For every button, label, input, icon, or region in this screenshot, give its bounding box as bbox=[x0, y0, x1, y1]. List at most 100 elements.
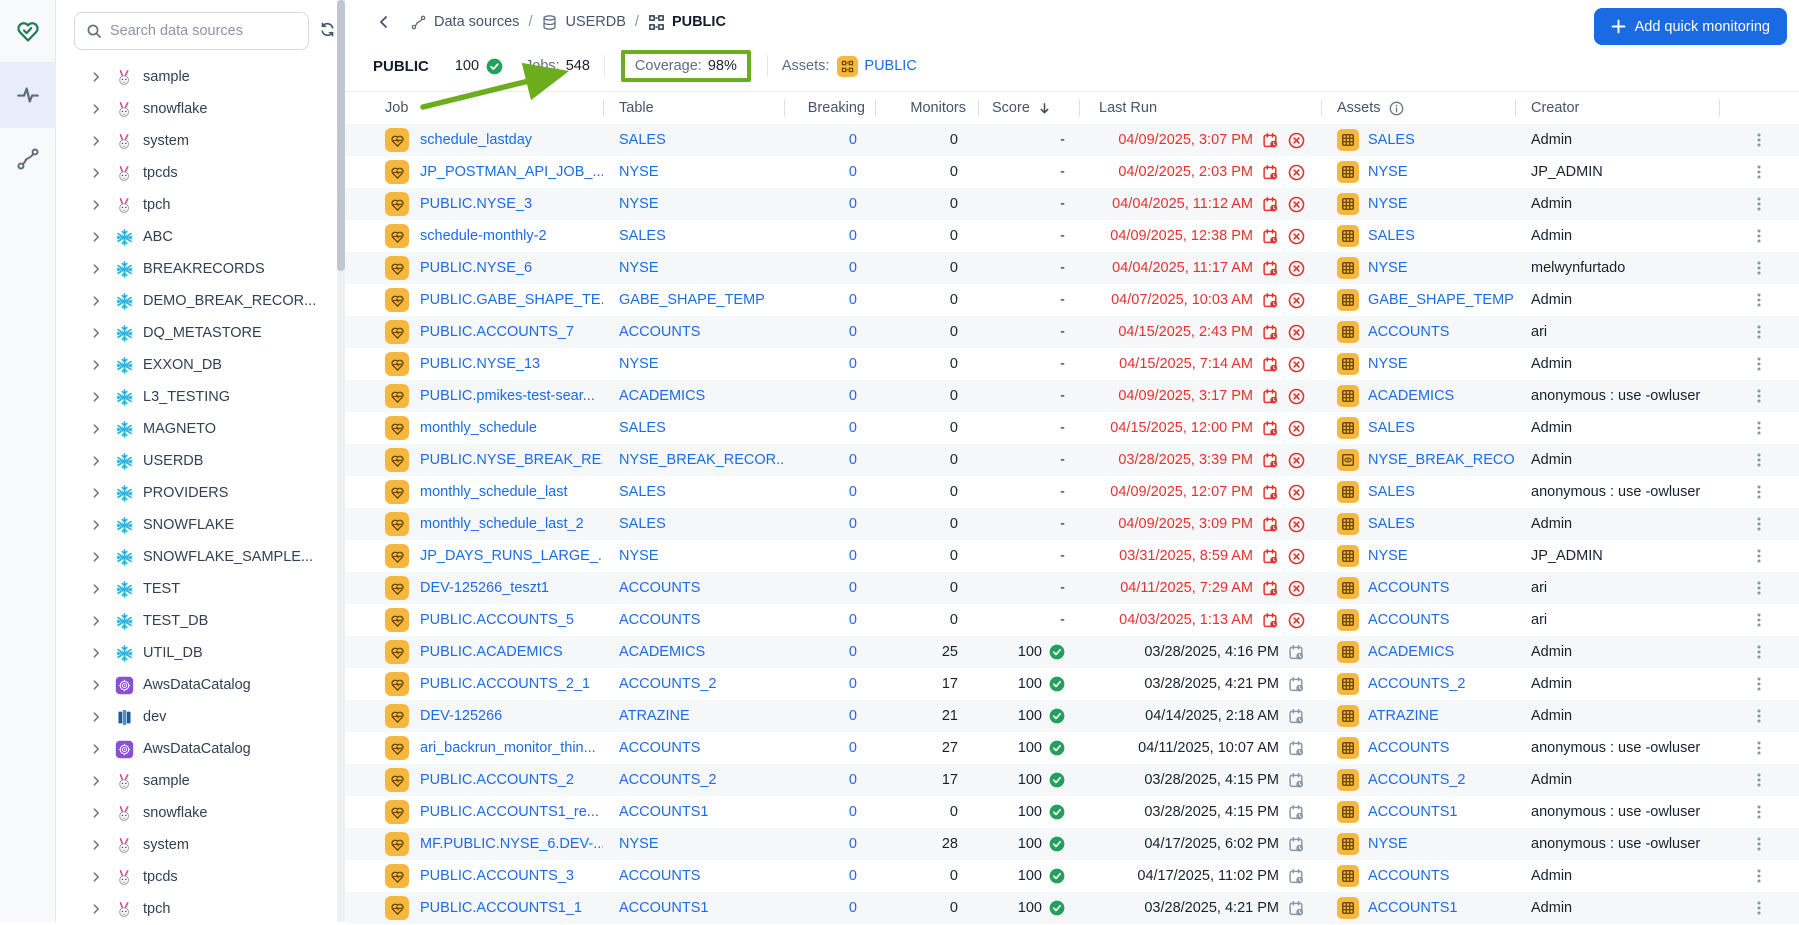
asset-link[interactable]: NYSE bbox=[1368, 836, 1408, 852]
asset-link[interactable]: SALES bbox=[1368, 228, 1415, 244]
table-link[interactable]: ACCOUNTS_2 bbox=[619, 772, 717, 788]
asset-link[interactable]: ACCOUNTS bbox=[1368, 868, 1449, 884]
sidebar-datasource-item[interactable]: snowflake bbox=[56, 93, 337, 125]
table-link[interactable]: ACCOUNTS bbox=[619, 740, 700, 756]
asset-link[interactable]: NYSE bbox=[1368, 356, 1408, 372]
asset-link[interactable]: SALES bbox=[1368, 132, 1415, 148]
breaking-count-link[interactable]: 0 bbox=[849, 612, 857, 628]
table-row[interactable]: MF.PUBLIC.NYSE_6.DEV-... NYSE 0 28 100 0… bbox=[345, 828, 1799, 860]
breaking-count-link[interactable]: 0 bbox=[849, 772, 857, 788]
job-link[interactable]: PUBLIC.ACCOUNTS_2_1 bbox=[420, 676, 590, 692]
table-row[interactable]: PUBLIC.ACCOUNTS1_1 ACCOUNTS1 0 0 100 03/… bbox=[345, 892, 1799, 924]
breaking-count-link[interactable]: 0 bbox=[849, 708, 857, 724]
asset-link[interactable]: ACCOUNTS bbox=[1368, 580, 1449, 596]
sidebar-datasource-item[interactable]: SNOWFLAKE bbox=[56, 509, 337, 541]
asset-link[interactable]: ACADEMICS bbox=[1368, 388, 1454, 404]
breaking-count-link[interactable]: 0 bbox=[849, 388, 857, 404]
job-link[interactable]: PUBLIC.NYSE_6 bbox=[420, 260, 532, 276]
job-link[interactable]: DEV-125266 bbox=[420, 708, 502, 724]
breaking-count-link[interactable]: 0 bbox=[849, 548, 857, 564]
breaking-count-link[interactable]: 0 bbox=[849, 804, 857, 820]
assets-schema-link[interactable]: PUBLIC bbox=[864, 58, 916, 74]
job-link[interactable]: PUBLIC.NYSE_BREAK_RE... bbox=[420, 452, 603, 468]
sidebar-datasource-item[interactable]: system bbox=[56, 125, 337, 157]
table-link[interactable]: SALES bbox=[619, 132, 666, 148]
col-header-score[interactable]: Score bbox=[978, 92, 1079, 124]
asset-link[interactable]: SALES bbox=[1368, 420, 1415, 436]
kebab-menu-icon[interactable] bbox=[1751, 547, 1767, 565]
job-link[interactable]: schedule_lastday bbox=[420, 132, 532, 148]
table-link[interactable]: ACCOUNTS bbox=[619, 612, 700, 628]
table-link[interactable]: GABE_SHAPE_TEMP bbox=[619, 292, 765, 308]
breaking-count-link[interactable]: 0 bbox=[849, 196, 857, 212]
kebab-menu-icon[interactable] bbox=[1751, 259, 1767, 277]
breaking-count-link[interactable]: 0 bbox=[849, 580, 857, 596]
job-link[interactable]: PUBLIC.ACCOUNTS_3 bbox=[420, 868, 574, 884]
kebab-menu-icon[interactable] bbox=[1751, 707, 1767, 725]
breaking-count-link[interactable]: 0 bbox=[849, 740, 857, 756]
table-link[interactable]: SALES bbox=[619, 228, 666, 244]
table-row[interactable]: DEV-125266 ATRAZINE 0 21 100 04/14/2025,… bbox=[345, 700, 1799, 732]
asset-link[interactable]: ACCOUNTS1 bbox=[1368, 900, 1457, 916]
col-header-job[interactable]: Job bbox=[345, 92, 603, 124]
table-row[interactable]: schedule-monthly-2 SALES 0 0 - 04/09/202… bbox=[345, 220, 1799, 252]
job-link[interactable]: PUBLIC.ACCOUNTS_7 bbox=[420, 324, 574, 340]
table-row[interactable]: PUBLIC.ACCOUNTS_7 ACCOUNTS 0 0 - 04/15/2… bbox=[345, 316, 1799, 348]
breadcrumb-userdb[interactable]: USERDB bbox=[541, 14, 625, 31]
table-row[interactable]: PUBLIC.ACCOUNTS_5 ACCOUNTS 0 0 - 04/03/2… bbox=[345, 604, 1799, 636]
sidebar-datasource-item[interactable]: tpch bbox=[56, 189, 337, 221]
asset-link[interactable]: ACCOUNTS bbox=[1368, 612, 1449, 628]
breaking-count-link[interactable]: 0 bbox=[849, 644, 857, 660]
sidebar-datasource-item[interactable]: AwsDataCatalog bbox=[56, 669, 337, 701]
table-link[interactable]: SALES bbox=[619, 484, 666, 500]
job-link[interactable]: PUBLIC.NYSE_13 bbox=[420, 356, 540, 372]
table-link[interactable]: ACCOUNTS bbox=[619, 868, 700, 884]
sort-descending-icon[interactable] bbox=[1038, 102, 1051, 115]
breaking-count-link[interactable]: 0 bbox=[849, 452, 857, 468]
table-row[interactable]: PUBLIC.pmikes-test-sear... ACADEMICS 0 0… bbox=[345, 380, 1799, 412]
table-row[interactable]: PUBLIC.ACADEMICS ACADEMICS 0 25 100 03/2… bbox=[345, 636, 1799, 668]
table-row[interactable]: DEV-125266_teszt1 ACCOUNTS 0 0 - 04/11/2… bbox=[345, 572, 1799, 604]
breaking-count-link[interactable]: 0 bbox=[849, 516, 857, 532]
job-link[interactable]: PUBLIC.ACCOUNTS_5 bbox=[420, 612, 574, 628]
sidebar-datasource-item[interactable]: L3_TESTING bbox=[56, 381, 337, 413]
sidebar-datasource-item[interactable]: TEST_DB bbox=[56, 605, 337, 637]
kebab-menu-icon[interactable] bbox=[1751, 227, 1767, 245]
table-link[interactable]: ACCOUNTS1 bbox=[619, 900, 708, 916]
sidebar-scrollbar[interactable] bbox=[337, 0, 345, 922]
kebab-menu-icon[interactable] bbox=[1751, 515, 1767, 533]
breaking-count-link[interactable]: 0 bbox=[849, 900, 857, 916]
kebab-menu-icon[interactable] bbox=[1751, 739, 1767, 757]
sidebar-datasource-item[interactable]: sample bbox=[56, 61, 337, 93]
breaking-count-link[interactable]: 0 bbox=[849, 228, 857, 244]
table-row[interactable]: monthly_schedule_last_2 SALES 0 0 - 04/0… bbox=[345, 508, 1799, 540]
table-link[interactable]: ATRAZINE bbox=[619, 708, 690, 724]
table-link[interactable]: NYSE bbox=[619, 196, 659, 212]
sidebar-datasource-item[interactable]: tpcds bbox=[56, 157, 337, 189]
kebab-menu-icon[interactable] bbox=[1751, 195, 1767, 213]
add-quick-monitoring-button[interactable]: Add quick monitoring bbox=[1594, 8, 1787, 45]
asset-link[interactable]: NYSE bbox=[1368, 548, 1408, 564]
table-row[interactable]: ari_backrun_monitor_thin... ACCOUNTS 0 2… bbox=[345, 732, 1799, 764]
breaking-count-link[interactable]: 0 bbox=[849, 420, 857, 436]
table-row[interactable]: PUBLIC.GABE_SHAPE_TE... GABE_SHAPE_TEMP … bbox=[345, 284, 1799, 316]
kebab-menu-icon[interactable] bbox=[1751, 323, 1767, 341]
breaking-count-link[interactable]: 0 bbox=[849, 676, 857, 692]
kebab-menu-icon[interactable] bbox=[1751, 675, 1767, 693]
asset-link[interactable]: NYSE_BREAK_RECOR bbox=[1368, 452, 1515, 468]
asset-link[interactable]: NYSE bbox=[1368, 260, 1408, 276]
table-link[interactable]: NYSE bbox=[619, 548, 659, 564]
kebab-menu-icon[interactable] bbox=[1751, 451, 1767, 469]
table-row[interactable]: monthly_schedule_last SALES 0 0 - 04/09/… bbox=[345, 476, 1799, 508]
table-link[interactable]: NYSE_BREAK_RECOR... bbox=[619, 452, 784, 468]
asset-link[interactable]: NYSE bbox=[1368, 196, 1408, 212]
rail-item-connections[interactable] bbox=[0, 128, 56, 190]
table-link[interactable]: ACCOUNTS_2 bbox=[619, 676, 717, 692]
breaking-count-link[interactable]: 0 bbox=[849, 164, 857, 180]
job-link[interactable]: PUBLIC.NYSE_3 bbox=[420, 196, 532, 212]
breaking-count-link[interactable]: 0 bbox=[849, 836, 857, 852]
job-link[interactable]: PUBLIC.ACCOUNTS1_1 bbox=[420, 900, 582, 916]
job-link[interactable]: monthly_schedule bbox=[420, 420, 537, 436]
kebab-menu-icon[interactable] bbox=[1751, 355, 1767, 373]
kebab-menu-icon[interactable] bbox=[1751, 163, 1767, 181]
